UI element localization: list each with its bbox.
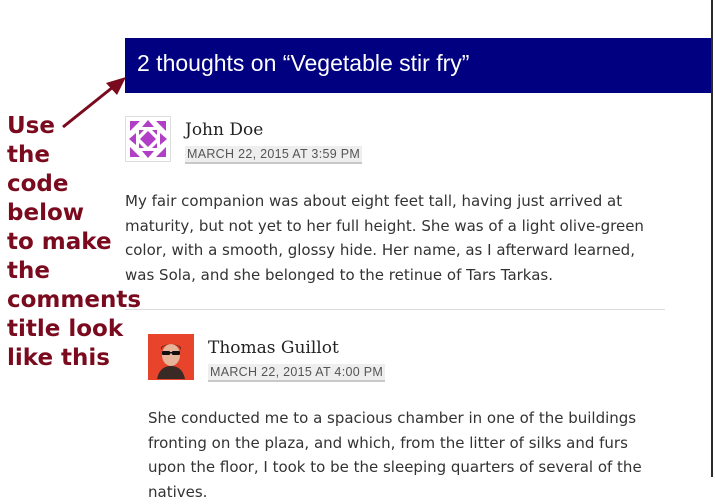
comment-text: My fair companion was about eight feet t… xyxy=(125,192,644,284)
annotation-line: the xyxy=(7,258,50,284)
comment-date-link[interactable]: MARCH 22, 2015 AT 3:59 PM xyxy=(185,146,363,164)
comment-author[interactable]: John Doe xyxy=(185,120,263,140)
annotation-line: to make xyxy=(7,229,112,255)
annotation-line: like this xyxy=(7,345,110,371)
identicon-icon xyxy=(126,117,170,161)
annotation-line: code xyxy=(7,171,69,197)
comment-text: She conducted me to a spacious chamber i… xyxy=(148,409,642,501)
annotation-line: title look xyxy=(7,316,124,342)
annotation-line: the xyxy=(7,142,50,168)
annotation-text: Use the code below to make the comments … xyxy=(7,112,142,373)
comment-author[interactable]: Thomas Guillot xyxy=(208,338,339,358)
annotation-line: below xyxy=(7,200,84,226)
annotation-line: Use xyxy=(7,113,55,139)
photo-avatar[interactable] xyxy=(148,334,194,380)
comment-divider xyxy=(125,309,665,310)
annotation-line: comments xyxy=(7,287,142,313)
person-avatar-icon xyxy=(149,335,193,379)
comment-date-link[interactable]: MARCH 22, 2015 AT 4:00 PM xyxy=(208,364,386,382)
identicon-avatar[interactable] xyxy=(125,116,171,162)
arrow-head xyxy=(106,77,126,95)
